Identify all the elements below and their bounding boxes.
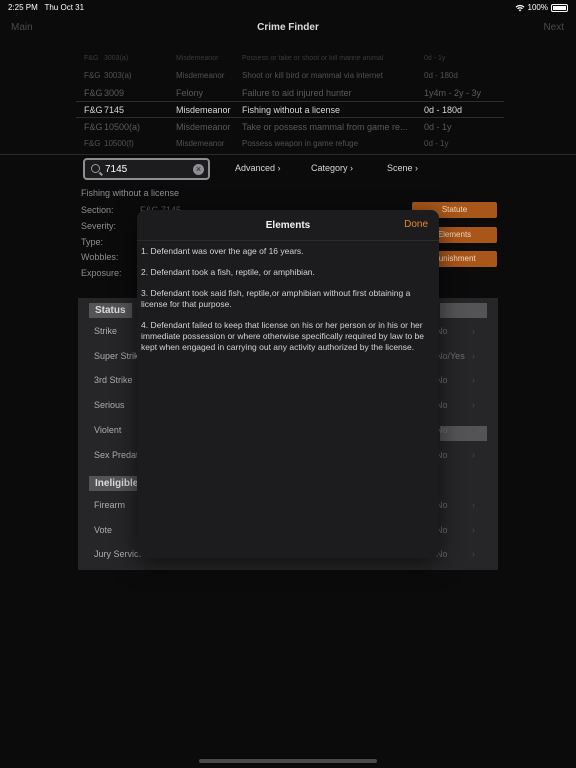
picker-section: 10500(f) [104,139,134,148]
chevron-right-icon: › [472,449,475,460]
chevron-right-icon: › [472,500,475,510]
status-row-label[interactable]: Violent [94,425,121,435]
picker-section: 10500(a) [104,121,141,132]
picker-section: 3003(a) [104,55,129,62]
elements-list: 1. Defendant was over the age of 16 year… [137,241,439,353]
element-item: 3. Defendant took said fish, reptile,or … [141,288,411,309]
battery-percent: 100% [527,3,548,12]
picker-punishment: 1y4m - 2y - 3y [424,87,482,98]
battery-icon [551,3,568,12]
picker-code: F&G [84,121,103,132]
picker-code: F&G [84,55,99,62]
picker-name: Failure to aid injured hunter [242,87,352,98]
picker-punishment: 0d - 1y [424,121,452,132]
severity-label: Severity: [81,221,117,231]
status-column-header [440,303,487,318]
chevron-right-icon: › [472,350,475,361]
page-title: Crime Finder [257,22,319,33]
status-row-label[interactable]: Strike [94,326,117,336]
picker-row[interactable]: F&G 3009 Felony Failure to aid injured hunt… [76,84,504,101]
chevron-right-icon: › [472,326,475,336]
search-input[interactable]: 7145 [105,164,127,175]
picker-name: Possess or take or shoot or kill marine … [242,55,384,62]
picker-row-selected[interactable]: F&G 7145 Misdemeanor Fishing without a lice… [76,101,504,118]
picker-punishment: 0d - 180d [424,71,458,80]
picker-level: Misdemeanor [176,139,225,148]
section-label: Section: [81,205,114,215]
status-row-label[interactable]: Vote [94,525,112,535]
picker-punishment: 0d - 1y [424,55,446,62]
clear-icon[interactable]: × [193,164,204,175]
chevron-right-icon: › [472,424,475,435]
scene-filter-button[interactable]: Scene › [387,163,418,173]
chevron-right-icon: › [472,549,475,560]
status-row-label[interactable]: 3rd Strike [94,375,133,385]
picker-code: F&G [84,139,101,148]
status-right: 100% [515,3,568,12]
picker-section: 3003(a) [104,71,132,80]
picker-name: Shoot or kill bird or mammal via interne… [242,71,383,80]
done-button[interactable]: Done [404,219,428,230]
status-header: Status [89,303,132,318]
category-filter-button[interactable]: Category › [311,163,353,173]
nav-next-button[interactable]: Next [543,22,564,33]
picker-level: Misdemeanor [176,104,231,115]
chevron-right-icon: › [277,163,281,173]
picker-section: 7145 [104,104,125,115]
exposure-label: Exposure: [81,268,122,278]
chevron-right-icon: › [415,163,419,173]
picker-level: Misdemeanor [176,121,231,132]
picker-code: F&G [84,104,103,115]
picker-level: Misdemeanor [176,55,219,62]
chevron-right-icon: › [472,524,475,535]
picker-punishment: 0d - 180d [424,104,463,115]
modal-header: Elements Done [137,210,439,241]
chevron-right-icon: › [472,375,475,386]
picker-row[interactable]: F&G 3003(a) Misdemeanor Shoot or kill bird … [76,67,504,84]
picker-row[interactable]: F&G 10500(f) Misdemeanor Possess weapon in … [76,135,504,150]
picker-name: Fishing without a license [242,104,341,115]
status-time: 2:25 PM Thu Oct 31 [8,3,85,12]
type-label: Type: [81,237,104,247]
search-field[interactable]: 7145 × [83,158,210,180]
picker-row[interactable]: F&G 3003(a) Misdemeanor Possess or take or … [76,50,504,67]
picker-section: 3009 [104,87,125,98]
picker-level: Felony [176,87,204,98]
picker-code: F&G [84,87,103,98]
modal-title: Elements [265,220,311,231]
element-item: 1. Defendant was over the age of 16 year… [141,246,304,256]
status-bar: 2:25 PM Thu Oct 31 100% [0,0,576,14]
advanced-filter-button[interactable]: Advanced › [235,163,281,173]
chevron-right-icon: › [472,400,475,411]
status-row-label[interactable]: Serious [94,400,125,410]
chevron-right-icon: › [350,163,354,173]
picker-name: Take or possess mammal from game re... [242,121,408,132]
selected-crime-title: Fishing without a license [81,188,180,198]
status-row-label[interactable]: Firearm [94,500,125,510]
crime-picker[interactable]: F&G 3003(a) Misdemeanor Possess or take or … [76,50,504,150]
divider [0,154,576,155]
element-item: 2. Defendant took a fish, reptile, or am… [141,267,315,277]
picker-level: Misdemeanor [176,71,225,80]
wifi-icon [515,4,524,11]
element-item: 4. Defendant failed to keep that license… [141,320,424,352]
status-row-value: No/Yes [436,350,465,361]
nav-bar: Main Crime Finder Next [0,14,576,42]
elements-modal: Elements Done 1. Defendant was over the … [137,210,439,558]
wobbles-label: Wobbles: [81,252,119,262]
picker-row[interactable]: F&G 10500(a) Misdemeanor Take or possess ma… [76,118,504,135]
picker-name: Possess weapon in game refuge [242,139,359,148]
picker-code: F&G [84,71,101,80]
home-indicator[interactable] [199,759,377,763]
search-icon [91,164,100,173]
picker-punishment: 0d - 1y [424,139,449,148]
